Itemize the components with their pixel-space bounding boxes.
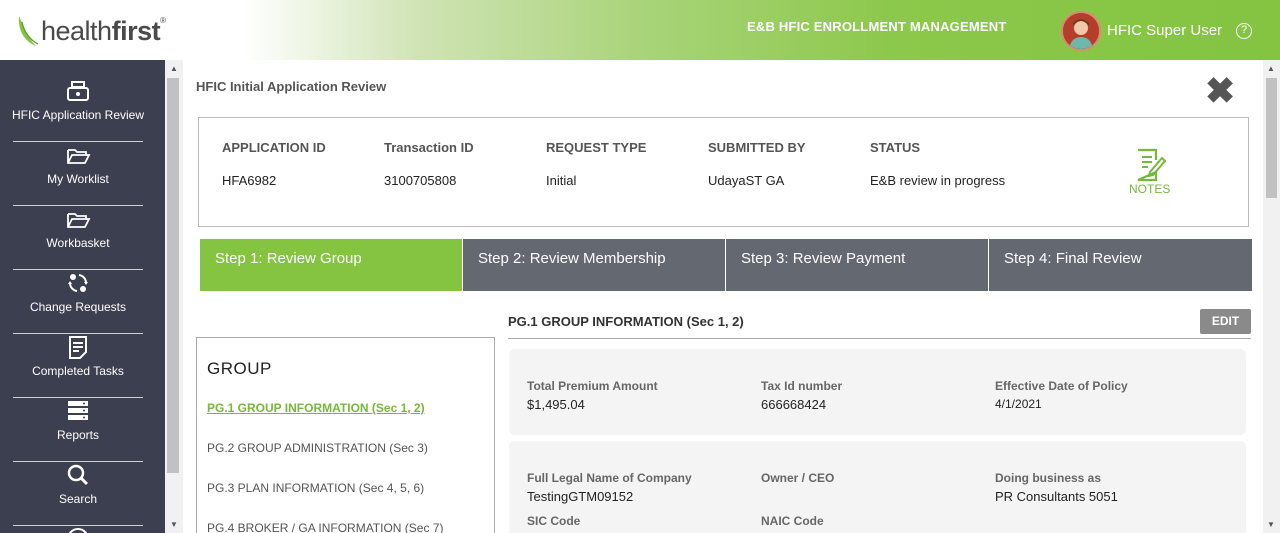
sidebar-more-icon: [67, 528, 89, 533]
app-header: healthfirst® E&B HFIC ENROLLMENT MANAGEM…: [0, 0, 1280, 60]
sidebar-item-label: Change Requests: [29, 300, 127, 314]
effective-date-field: Effective Date of Policy 4/1/2021: [995, 379, 1128, 411]
field-value: 4/1/2021: [995, 397, 1042, 411]
scroll-up-icon[interactable]: ▲: [1267, 64, 1275, 73]
clipboard-list-icon: [69, 336, 87, 359]
folder-open-icon: [67, 149, 91, 164]
field-label: Effective Date of Policy: [995, 379, 1128, 393]
notes-icon: [1137, 148, 1166, 182]
field-value: 666668424: [761, 397, 827, 412]
tax-id-field: Tax Id number 666668424: [761, 379, 842, 412]
notes-label: NOTES: [1129, 182, 1171, 196]
sidebar-item-label: My Worklist: [47, 172, 109, 186]
summary-submitted-by: SUBMITTED BY UdayaST GA: [708, 140, 806, 188]
sidebar-item-search[interactable]: Search: [13, 462, 143, 526]
application-summary: APPLICATION ID HFA6982 Transaction ID 31…: [198, 117, 1249, 227]
group-link-pg2[interactable]: PG.2 GROUP ADMINISTRATION (Sec 3): [207, 441, 428, 455]
sidebar-scrollbar[interactable]: ▲ ▼: [165, 60, 183, 533]
field-label: NAIC Code: [761, 514, 824, 528]
exchange-icon: [68, 274, 88, 292]
step-review-membership[interactable]: Step 2: Review Membership: [463, 239, 726, 291]
company-card: Full Legal Name of Company TestingGTM091…: [509, 441, 1246, 533]
sidebar-item-change-requests[interactable]: Change Requests: [13, 270, 143, 334]
dba-field: Doing business as PR Consultants 5051: [995, 471, 1118, 504]
scroll-down-icon[interactable]: ▼: [170, 520, 178, 529]
folder-open-icon: [67, 213, 91, 228]
main-content: HFIC Initial Application Review ✖ APPLIC…: [183, 60, 1263, 533]
field-label: Doing business as: [995, 471, 1102, 485]
premium-card: Total Premium Amount $1,495.04 Tax Id nu…: [509, 349, 1246, 435]
group-link-pg3[interactable]: PG.3 PLAN INFORMATION (Sec 4, 5, 6): [207, 481, 424, 495]
step-final-review[interactable]: Step 4: Final Review: [989, 239, 1252, 291]
app-title: E&B HFIC ENROLLMENT MANAGEMENT: [747, 19, 1007, 34]
close-icon[interactable]: ✖: [1205, 73, 1235, 109]
sidebar-item-my-worklist[interactable]: My Worklist: [13, 142, 143, 206]
sidebar-item-label: HFIC Application Review: [11, 108, 145, 122]
field-label: Tax Id number: [761, 379, 843, 393]
field-label: Owner / CEO: [761, 471, 835, 485]
sidebar-item-label: Reports: [56, 428, 100, 442]
summary-header: Transaction ID: [384, 140, 474, 155]
naic-code-field: NAIC Code: [761, 514, 824, 528]
field-value: PR Consultants 5051: [995, 489, 1118, 504]
total-premium-field: Total Premium Amount $1,495.04: [527, 379, 658, 412]
healthfirst-logo[interactable]: healthfirst®: [16, 14, 166, 48]
sidebar-item-hfic-application-review[interactable]: HFIC Application Review: [12, 78, 144, 142]
owner-field: Owner / CEO: [761, 471, 834, 489]
group-heading: GROUP: [207, 359, 272, 378]
help-icon[interactable]: ?: [1236, 23, 1252, 39]
group-link-pg1[interactable]: PG.1 GROUP INFORMATION (Sec 1, 2): [207, 401, 425, 415]
scroll-down-icon[interactable]: ▼: [1267, 520, 1275, 529]
summary-status: STATUS E&B review in progress: [870, 140, 1005, 188]
sidebar-item-reports[interactable]: Reports: [13, 398, 143, 462]
review-steps: Step 1: Review Group Step 2: Review Memb…: [200, 239, 1252, 291]
reports-icon: [68, 401, 88, 420]
summary-header: APPLICATION ID: [222, 140, 326, 155]
summary-value: Initial: [546, 173, 577, 188]
group-nav-panel: GROUP PG.1 GROUP INFORMATION (Sec 1, 2) …: [196, 337, 495, 533]
sidebar-scroll-thumb[interactable]: [167, 78, 179, 473]
sidebar-nav: HFIC Application Review My Worklist Work…: [0, 60, 165, 533]
summary-header: REQUEST TYPE: [546, 140, 647, 155]
summary-header: SUBMITTED BY: [708, 140, 806, 155]
page-scroll-thumb[interactable]: [1266, 78, 1277, 198]
edit-button[interactable]: EDIT: [1200, 309, 1251, 334]
search-icon: [67, 464, 89, 486]
cash-register-icon: [67, 81, 89, 101]
scroll-up-icon[interactable]: ▲: [170, 64, 178, 73]
step-review-payment[interactable]: Step 3: Review Payment: [726, 239, 989, 291]
summary-application-id: APPLICATION ID HFA6982: [222, 140, 326, 188]
sidebar-item-label: Search: [58, 492, 98, 506]
summary-value: HFA6982: [222, 173, 277, 188]
user-avatar[interactable]: [1061, 11, 1101, 51]
sic-code-field: SIC Code: [527, 514, 580, 528]
user-name[interactable]: HFIC Super User: [1107, 22, 1222, 39]
sidebar-item-label: Completed Tasks: [32, 364, 124, 378]
sidebar-item-label: Workbasket: [46, 236, 110, 250]
notes-button[interactable]: NOTES: [1129, 148, 1170, 196]
page-scrollbar[interactable]: ▲ ▼: [1263, 60, 1280, 533]
leaf-logo-icon: [18, 16, 39, 46]
legal-name-field: Full Legal Name of Company TestingGTM091…: [527, 471, 692, 504]
section-title: PG.1 GROUP INFORMATION (Sec 1, 2): [508, 314, 744, 329]
section-divider: [508, 338, 1251, 339]
sidebar-item-workbasket[interactable]: Workbasket: [13, 206, 143, 270]
summary-value: UdayaST GA: [708, 173, 785, 188]
summary-value: E&B review in progress: [870, 173, 1006, 188]
field-value: TestingGTM09152: [527, 489, 634, 504]
summary-header: STATUS: [870, 140, 921, 155]
group-link-pg4[interactable]: PG.4 BROKER / GA INFORMATION (Sec 7): [207, 521, 443, 533]
step-review-group[interactable]: Step 1: Review Group: [200, 239, 463, 291]
field-label: Total Premium Amount: [527, 379, 658, 393]
sidebar-item-completed-tasks[interactable]: Completed Tasks: [13, 334, 143, 398]
field-label: SIC Code: [527, 514, 581, 528]
summary-request-type: REQUEST TYPE Initial: [546, 140, 646, 188]
field-label: Full Legal Name of Company: [527, 471, 692, 485]
page-title: HFIC Initial Application Review: [196, 79, 387, 94]
logo-wordmark: healthfirst®: [41, 15, 166, 46]
summary-transaction-id: Transaction ID 3100705808: [384, 140, 474, 188]
field-value: $1,495.04: [527, 397, 585, 412]
summary-value: 3100705808: [384, 173, 457, 188]
